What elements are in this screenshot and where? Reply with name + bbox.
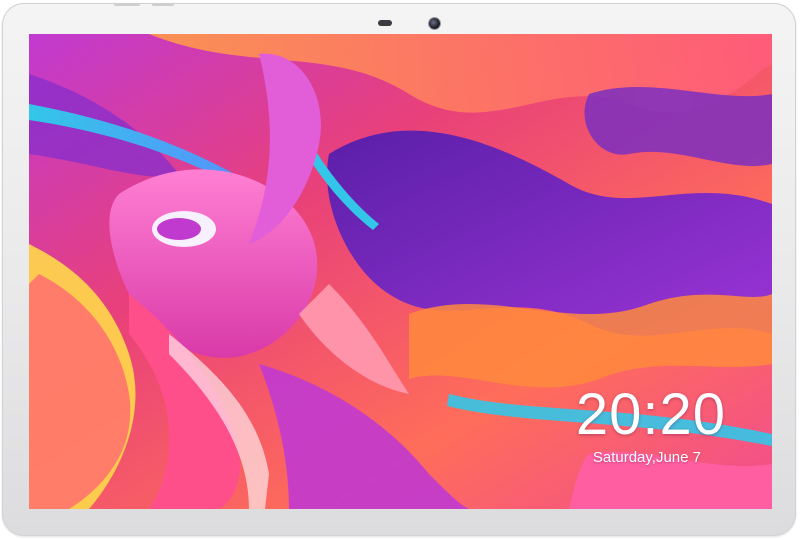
front-camera-icon (429, 18, 440, 29)
light-sensor-icon (378, 20, 392, 26)
lock-screen[interactable]: 20:20 Saturday,June 7 (29, 34, 772, 509)
lock-screen-time: 20:20 (575, 382, 726, 447)
volume-button[interactable] (114, 3, 140, 6)
power-button[interactable] (152, 3, 174, 6)
lock-screen-date: Saturday,June 7 (592, 449, 701, 466)
